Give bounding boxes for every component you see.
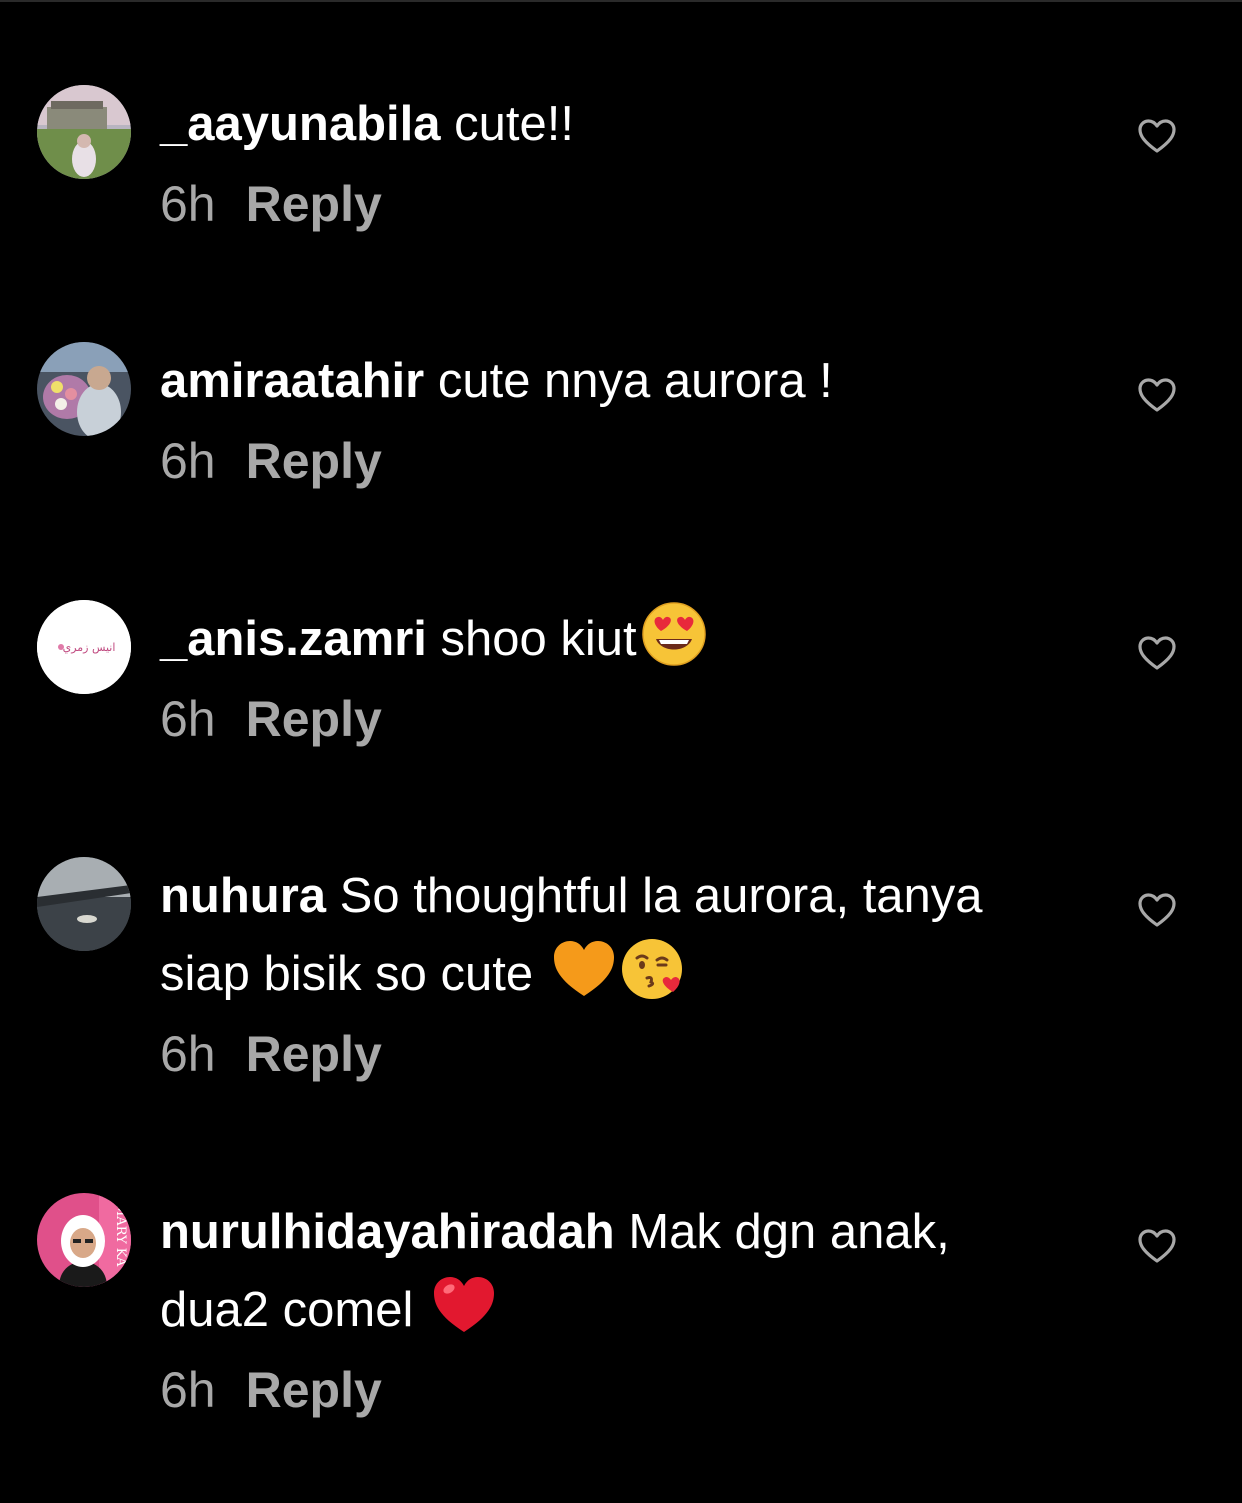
- svg-text:MARY KA: MARY KA: [113, 1203, 128, 1267]
- avatar[interactable]: انيس زمري: [37, 600, 131, 694]
- reply-button[interactable]: Reply: [246, 1362, 382, 1418]
- comment-text: cute nnya aurora !: [437, 354, 833, 408]
- red-heart-emoji-icon: [433, 1277, 494, 1332]
- comment-text: cute!!: [454, 97, 575, 151]
- heart-eyes-emoji-icon: [641, 602, 706, 666]
- avatar[interactable]: [37, 85, 131, 179]
- comment-username[interactable]: _aayunabila: [160, 97, 441, 151]
- comment-username[interactable]: nuhura: [160, 869, 326, 923]
- comment-time: 6h: [160, 1026, 216, 1082]
- comment-username[interactable]: _anis.zamri: [160, 612, 427, 666]
- reply-button[interactable]: Reply: [246, 1026, 382, 1082]
- reply-button[interactable]: Reply: [246, 176, 382, 232]
- comment-time: 6h: [160, 176, 216, 232]
- heart-outline-icon[interactable]: [1137, 376, 1177, 416]
- comment-username[interactable]: nurulhidayahiradah: [160, 1205, 615, 1259]
- comment-text: shoo kiut: [440, 612, 637, 666]
- svg-text:انيس زمري: انيس زمري: [63, 641, 116, 654]
- avatar[interactable]: [37, 857, 131, 951]
- reply-button[interactable]: Reply: [246, 691, 382, 747]
- comment-username[interactable]: amiraatahir: [160, 354, 424, 408]
- heart-outline-icon[interactable]: [1137, 117, 1177, 157]
- top-divider: [0, 0, 1242, 2]
- avatar[interactable]: MARY KA: [37, 1193, 131, 1287]
- avatar[interactable]: [37, 342, 131, 436]
- heart-outline-icon[interactable]: [1137, 634, 1177, 674]
- comment-time: 6h: [160, 691, 216, 747]
- heart-outline-icon[interactable]: [1137, 891, 1177, 931]
- comment-time: 6h: [160, 433, 216, 489]
- comment-time: 6h: [160, 1362, 216, 1418]
- reply-button[interactable]: Reply: [246, 433, 382, 489]
- orange-heart-emoji-icon: [553, 941, 614, 996]
- blowing-kiss-emoji-icon: [621, 939, 682, 999]
- heart-outline-icon[interactable]: [1137, 1227, 1177, 1267]
